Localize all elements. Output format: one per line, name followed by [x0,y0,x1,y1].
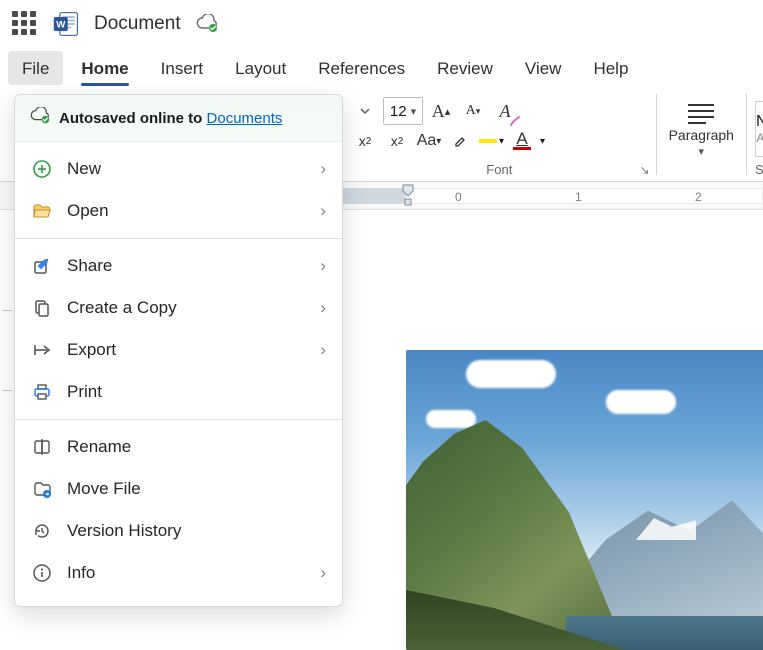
tab-label: View [525,59,562,78]
ruler-mark: 0 [455,190,462,204]
copy-icon [31,297,53,319]
document-area[interactable] [343,250,763,607]
font-color-button[interactable]: A [508,127,536,155]
font-size-input[interactable]: 12 ▾ [383,97,423,125]
style-font: Aptos, 12 [756,131,763,145]
tab-references[interactable]: References [304,51,419,85]
file-menu-new[interactable]: New › [15,148,342,190]
paragraph-icon [684,101,718,125]
ruler-indent-marker[interactable] [401,183,415,209]
subscript-button[interactable]: x2 [351,127,379,155]
inserted-image[interactable] [406,350,763,650]
plus-circle-icon [31,158,53,180]
menu-item-label: Open [67,201,306,221]
decrease-font-button[interactable]: A▾ [459,97,487,125]
tab-label: Review [437,59,493,78]
file-menu-list: New › Open › Share › Create a Copy › [15,142,342,600]
menu-item-label: Export [67,340,306,360]
titlebar: W Document [0,0,763,48]
chevron-right-icon: › [320,563,326,583]
style-name: Normal [756,113,763,131]
autosave-status: Autosaved online to Documents [15,95,342,142]
move-icon [31,478,53,500]
ribbon-tabs: File Home Insert Layout References Revie… [0,48,763,88]
chevron-down-icon: ▾ [699,145,705,158]
tab-file[interactable]: File [8,51,63,85]
print-icon [31,381,53,403]
tab-view[interactable]: View [511,51,576,85]
tab-layout[interactable]: Layout [221,51,300,85]
chevron-right-icon: › [320,298,326,318]
file-menu-rename[interactable]: Rename [15,426,342,468]
superscript-button[interactable]: x2 [383,127,411,155]
chevron-right-icon: › [320,340,326,360]
chevron-right-icon: › [320,256,326,276]
tab-label: Help [593,59,628,78]
file-menu-open[interactable]: Open › [15,190,342,232]
tab-label: Layout [235,59,286,78]
history-icon [31,520,53,542]
cloud-check-icon [29,107,51,129]
tab-review[interactable]: Review [423,51,507,85]
autosave-text: Autosaved online to [59,110,207,127]
chevron-right-icon: › [320,159,326,179]
ribbon-group-label-font: Font [351,160,648,181]
menu-item-label: Create a Copy [67,298,306,318]
tab-help[interactable]: Help [579,51,642,85]
page[interactable] [343,270,763,607]
menu-item-label: Info [67,563,306,583]
change-case-button[interactable]: Aa ▾ [415,127,443,155]
chevron-down-icon[interactable]: ▾ [411,105,417,118]
file-menu: Autosaved online to Documents New › Open… [14,94,343,607]
chevron-right-icon: › [320,201,326,221]
app-launcher-icon[interactable] [12,11,38,37]
document-title[interactable]: Document [94,13,181,35]
tab-home[interactable]: Home [67,51,142,85]
svg-text:W: W [56,20,66,31]
paragraph-label: Paragraph [669,127,734,143]
rename-icon [31,436,53,458]
file-menu-version-history[interactable]: Version History [15,510,342,552]
file-menu-print[interactable]: Print [15,371,342,413]
menu-item-label: Version History [67,521,326,541]
menu-item-label: Share [67,256,306,276]
file-menu-move-file[interactable]: Move File [15,468,342,510]
tab-label: Home [81,59,128,78]
info-icon [31,562,53,584]
separator [15,419,342,420]
tab-insert[interactable]: Insert [147,51,218,85]
folder-open-icon [31,200,53,222]
chevron-down-icon[interactable]: ▾ [540,136,545,147]
highlight-color-picker[interactable]: ▾ [479,136,504,147]
file-menu-create-copy[interactable]: Create a Copy › [15,287,342,329]
tab-label: Insert [161,59,204,78]
word-app-icon: W [52,10,80,38]
tab-label: File [22,59,49,78]
vertical-ruler [0,250,14,607]
ruler-mark: 2 [695,190,702,204]
menu-item-label: Rename [67,437,326,457]
increase-font-button[interactable]: A▴ [427,97,455,125]
autosave-location-link[interactable]: Documents [207,110,283,127]
style-normal[interactable]: Normal Aptos, 12 [755,101,763,157]
export-icon [31,339,53,361]
font-dialog-launcher-icon[interactable]: ↘ [640,163,650,177]
ribbon-group-label-paragraph [665,160,738,181]
clear-formatting-button[interactable]: A [491,97,519,125]
cloud-sync-icon[interactable] [195,14,219,34]
menu-item-label: Print [67,382,326,402]
chevron-down-icon[interactable] [351,97,379,125]
file-menu-export[interactable]: Export › [15,329,342,371]
ruler-mark: 1 [575,190,582,204]
file-menu-info[interactable]: Info › [15,552,342,594]
menu-item-label: New [67,159,306,179]
paragraph-button[interactable]: Paragraph ▾ [666,95,736,158]
menu-item-label: Move File [67,479,326,499]
file-menu-share[interactable]: Share › [15,245,342,287]
font-size-value: 12 [390,103,407,120]
tab-label: References [318,59,405,78]
share-icon [31,255,53,277]
highlight-button[interactable] [447,127,475,155]
separator [15,238,342,239]
